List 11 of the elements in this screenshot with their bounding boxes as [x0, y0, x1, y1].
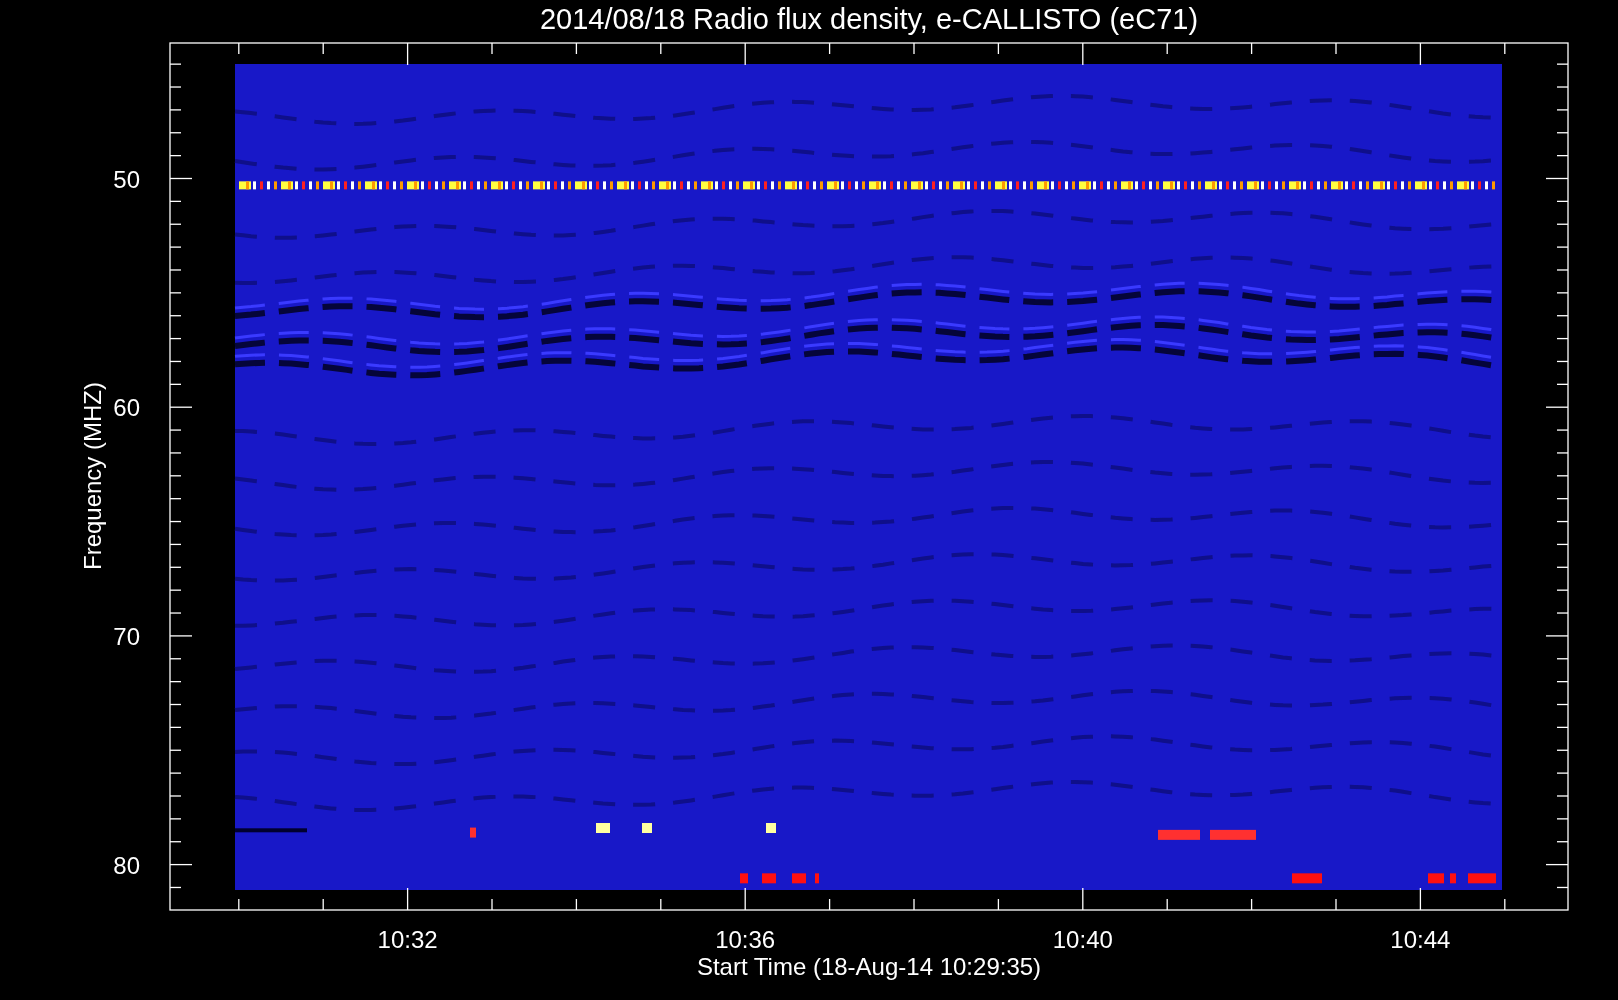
- y-axis-label: Frequency (MHZ): [79, 382, 106, 570]
- x-tick-label: 10:40: [1052, 926, 1113, 953]
- y-tick-label: 50: [113, 165, 140, 193]
- x-axis-label: Start Time (18-Aug-14 10:29:35): [696, 953, 1042, 980]
- y-tick-label: 60: [113, 394, 140, 422]
- x-tick-label: 10:44: [1390, 926, 1451, 953]
- chart-title: 2014/08/18 Radio flux density, e-CALLISTO (eC71): [539, 3, 1199, 35]
- y-tick-label: 80: [113, 851, 140, 879]
- x-tick-label: 10:32: [377, 926, 438, 953]
- x-tick-label: 10:36: [715, 926, 776, 953]
- y-tick-label: 70: [113, 622, 140, 650]
